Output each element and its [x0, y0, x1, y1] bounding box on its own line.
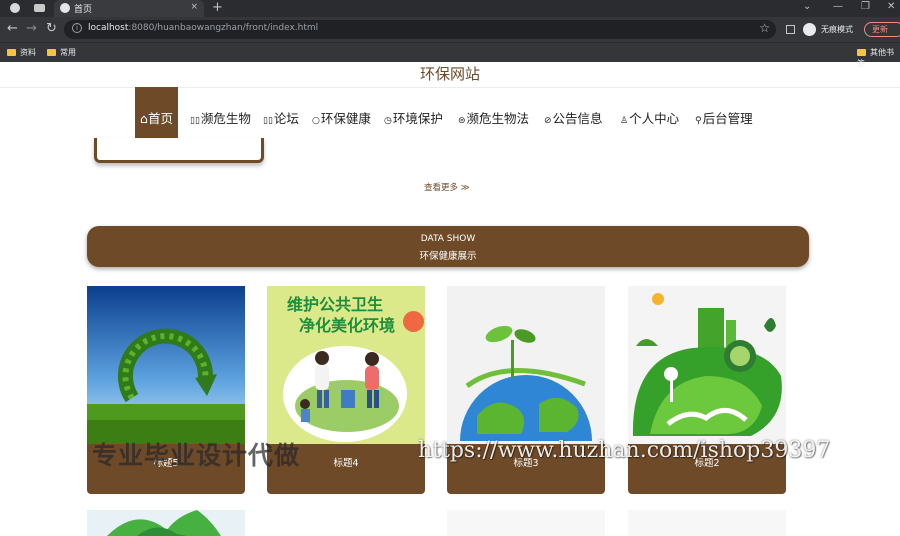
incognito-label: 无痕模式 [821, 25, 853, 34]
nav-item-eco-health[interactable]: ○环保健康 [312, 87, 371, 150]
bookmark-folder-ziliao[interactable]: 资料 [7, 47, 36, 58]
folder-icon [7, 49, 16, 56]
browser-toolbar: ← → ↻ i localhost:8080/huanbaowangzhan/f… [0, 17, 900, 42]
folder-icon [857, 49, 866, 56]
banner-cn: 环保健康展示 [419, 251, 477, 262]
banner-en: DATA SHOW [420, 234, 476, 244]
link-icon: ⚲ [695, 116, 702, 126]
bookmark-folder-changyong[interactable]: 常用 [47, 47, 76, 58]
globe-icon [60, 3, 70, 13]
bookmark-star-icon[interactable]: ☆ [759, 21, 770, 35]
watermark-left: 专业毕业设计代做 [92, 441, 301, 470]
user-icon: ♙ [620, 116, 629, 126]
home-icon: ⌂ [140, 111, 148, 126]
notice-icon: ⊘ [544, 116, 552, 126]
forum-icon: ▯▯ [263, 116, 273, 126]
restore-icon[interactable]: ❐ [861, 1, 870, 12]
watermark-url: https://www.huzhan.com/ishop39397 [418, 438, 831, 463]
health-card-partial[interactable] [628, 510, 786, 536]
back-arrow-icon[interactable]: ← [7, 21, 18, 37]
site-info-icon[interactable]: i [72, 23, 82, 33]
tab-close-icon[interactable]: × [190, 2, 198, 12]
bookmarks-bar: 资料 常用 其他书签 [0, 42, 900, 68]
card-image-earth-sprout [447, 286, 605, 444]
data-show-banner: DATA SHOW 环保健康展示 [87, 226, 809, 267]
browser-menu-icon[interactable] [10, 3, 20, 13]
nav-item-personal-center[interactable]: ♙个人中心 [620, 87, 679, 150]
previous-section-card [94, 138, 264, 163]
click-indicator [403, 311, 424, 332]
nav-item-forum[interactable]: ▯▯论坛 [263, 87, 299, 150]
side-panel-icon[interactable] [786, 25, 795, 34]
minimize-icon[interactable]: — [833, 1, 843, 12]
nav-item-environment-protection[interactable]: ◷环境保护 [384, 87, 443, 150]
circle-icon: ○ [312, 116, 320, 126]
card-image-poster: 维护公共卫生 净化美化环境 [267, 286, 425, 444]
address-bar[interactable]: i localhost:8080/huanbaowangzhan/front/i… [64, 20, 776, 39]
nav-item-admin[interactable]: ⚲后台管理 [695, 87, 753, 150]
browser-tab-bar: 首页 × + ⌄ — ❐ ✕ [0, 0, 900, 17]
card-image-green-city-hands [628, 286, 786, 444]
forward-arrow-icon[interactable]: → [26, 21, 37, 37]
health-card-partial[interactable] [87, 510, 245, 536]
close-window-icon[interactable]: ✕ [887, 1, 895, 12]
browser-tab-home[interactable]: 首页 × [54, 0, 204, 17]
poster-line1: 维护公共卫生 [287, 295, 383, 314]
law-icon: ⊜ [458, 116, 466, 126]
nav-item-announcements[interactable]: ⊘公告信息 [544, 87, 603, 150]
folder-icon [47, 49, 56, 56]
reload-icon[interactable]: ↻ [46, 21, 57, 37]
tab-search-icon[interactable] [34, 4, 45, 12]
new-tab-button[interactable]: + [212, 0, 223, 15]
site-title: 环保网站 [0, 61, 900, 88]
tab-title: 首页 [74, 5, 93, 15]
incognito-avatar[interactable] [803, 23, 816, 36]
poster-line2: 净化美化环境 [299, 316, 395, 335]
view-more-link[interactable]: 查看更多 ≫ [424, 181, 470, 193]
card-image-recycle [87, 286, 245, 444]
health-card-partial[interactable] [447, 510, 605, 536]
url-text[interactable]: localhost:8080/huanbaowangzhan/front/ind… [88, 23, 318, 33]
nav-item-species-law[interactable]: ⊜濒危生物法 [458, 87, 529, 150]
update-button[interactable]: 更新 [864, 22, 900, 37]
clock-icon: ◷ [384, 116, 392, 126]
tab-list-chevron-icon[interactable]: ⌄ [803, 1, 811, 12]
grid-icon: ▯▯ [190, 116, 200, 126]
